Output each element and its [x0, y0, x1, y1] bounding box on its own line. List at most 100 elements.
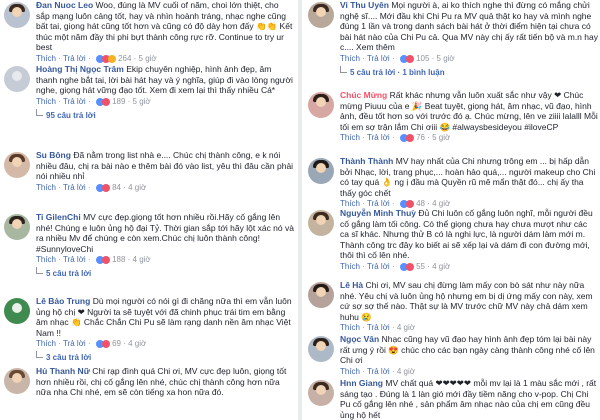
comment-item: Đan Nuoc Leo Woo, đúng là MV cuối of năm… — [0, 0, 296, 63]
avatar[interactable] — [4, 66, 30, 92]
like-link[interactable]: Thích — [340, 262, 360, 271]
avatar[interactable] — [4, 298, 30, 324]
commenter-name[interactable]: Ti GilenChi — [36, 212, 81, 222]
like-link[interactable]: Thích — [36, 255, 56, 264]
commenter-name[interactable]: Hnn Giang — [340, 378, 383, 388]
comment-meta: Thích · Trả lời · 84 · 4 giờ — [36, 182, 147, 192]
love-reaction-icon — [405, 262, 414, 271]
reaction-count[interactable]: 69 — [112, 339, 121, 348]
like-link[interactable]: Thích — [340, 54, 360, 63]
reaction-count[interactable]: 188 — [112, 255, 125, 264]
reply-link[interactable]: Trả lời — [367, 323, 390, 332]
like-link[interactable]: Thích — [36, 54, 56, 63]
comment-time[interactable]: 4 giờ — [128, 339, 146, 348]
reaction-count[interactable]: 76 — [416, 133, 425, 142]
comments-right-column: Vi Thu Uyên Mọi người à, ai ko thích ngh… — [304, 0, 600, 420]
comment-time[interactable]: 4 giờ — [397, 323, 415, 332]
reply-link[interactable]: Trả lời — [367, 367, 390, 376]
like-link[interactable]: Thích — [36, 183, 56, 192]
comment-time[interactable]: 5 giờ — [139, 54, 157, 63]
comment-item: Su Bông Đã nằm trong list nhà e.... Chúc… — [0, 150, 296, 206]
commenter-name[interactable]: Vi Thu Uyên — [340, 0, 389, 10]
avatar[interactable] — [308, 282, 334, 308]
haha-reaction-icon — [107, 54, 116, 63]
commenter-name[interactable]: Đan Nuoc Leo — [36, 0, 93, 10]
view-replies-link[interactable]: 5 câu trả lời · 1 bình luận — [340, 65, 598, 79]
comment-time[interactable]: 5 giờ — [437, 54, 455, 63]
view-replies-link[interactable]: 5 câu trả lời — [36, 267, 294, 280]
avatar[interactable] — [308, 158, 334, 184]
love-reaction-icon — [101, 340, 110, 349]
reply-arrow-icon — [36, 351, 43, 359]
comment-item: Hoàng Thị Ngọc Trâm Ekip chuyên nghiệp, … — [0, 64, 296, 140]
comment-item: Nguyễn Minh Thuỳ Đủ Chi luôn cố gắng luô… — [304, 208, 600, 276]
avatar[interactable] — [4, 152, 30, 178]
commenter-name[interactable]: Hoàng Thị Ngọc Trâm — [36, 64, 124, 74]
like-link[interactable]: Thích — [340, 133, 360, 142]
view-replies-link[interactable]: 95 câu trả lời — [36, 108, 294, 122]
commenter-name[interactable]: Nguyễn Minh Thuỳ — [340, 208, 416, 218]
column-divider — [298, 0, 302, 420]
like-link[interactable]: Thích — [340, 323, 360, 332]
avatar[interactable] — [308, 380, 334, 406]
comment-item: Hnn Giang MV chất quá ❤❤❤❤❤ mỗi mv lại l… — [304, 378, 600, 420]
avatar[interactable] — [308, 92, 334, 118]
avatar[interactable] — [4, 2, 30, 28]
avatar[interactable] — [308, 2, 334, 28]
reaction-count[interactable]: 264 — [118, 54, 131, 63]
comment-item: Thành Thành MV hay nhất của Chi nhưng tr… — [304, 156, 600, 208]
like-link[interactable]: Thích — [36, 339, 56, 348]
comments-left-column: Đan Nuoc Leo Woo, đúng là MV cuối of năm… — [0, 0, 296, 420]
reply-arrow-icon — [36, 267, 43, 275]
comment-time[interactable]: 4 giờ — [397, 367, 415, 376]
love-reaction-icon — [405, 134, 414, 143]
comment-time[interactable]: 4 giờ — [128, 183, 146, 192]
reaction-count[interactable]: 189 — [112, 97, 125, 106]
comment-meta: Thích · Trả lời · 188 · 4 giờ — [36, 255, 151, 265]
like-link[interactable]: Thích — [340, 367, 360, 376]
view-replies-link[interactable]: 3 câu trả lời — [36, 351, 294, 364]
reply-link[interactable]: Trả lời — [367, 133, 390, 142]
comment-time[interactable]: 5 giờ — [432, 133, 450, 142]
reply-link[interactable]: Trả lời — [63, 54, 86, 63]
reaction-count[interactable]: 105 — [416, 54, 429, 63]
commenter-name[interactable]: Hủ Thanh Nữ — [36, 366, 90, 376]
comment-item: Hủ Thanh Nữ Chi rạp đình quá Chi ơi, MV … — [0, 366, 296, 420]
reaction-count[interactable]: 55 — [416, 262, 425, 271]
commenter-name[interactable]: Thành Thành — [340, 156, 393, 166]
comment-columns: Đan Nuoc Leo Woo, đúng là MV cuối of năm… — [0, 0, 600, 420]
comment-time[interactable]: 5 giờ — [133, 97, 151, 106]
comment-time[interactable]: 4 giờ — [133, 255, 151, 264]
reply-link[interactable]: Trả lời — [367, 262, 390, 271]
like-link[interactable]: Thích — [36, 97, 56, 106]
avatar[interactable] — [4, 368, 30, 394]
commenter-name[interactable]: Ngọc Vân — [340, 334, 379, 344]
comment-meta: Thích · Trả lời · 4 giờ — [340, 323, 415, 333]
commenter-name[interactable]: Su Bông — [36, 150, 71, 160]
reply-arrow-icon — [340, 65, 347, 73]
comment-meta: Thích · Trả lời · 189 · 5 giờ — [36, 96, 151, 106]
comment-item: Vi Thu Uyên Mọi người à, ai ko thích ngh… — [304, 0, 600, 86]
commenter-name[interactable]: Chúc Mừng — [340, 90, 387, 100]
comment-meta: Thích · Trả lời · 55 · 4 giờ — [340, 261, 451, 271]
reaction-count[interactable]: 84 — [112, 183, 121, 192]
comment-meta: Thích · Trả lời · 76 · 5 giờ — [340, 133, 451, 143]
reply-link[interactable]: Trả lời — [63, 97, 86, 106]
comment-meta: Thích · Trả lời · 4 giờ — [340, 366, 415, 376]
comment-time[interactable]: 4 giờ — [432, 262, 450, 271]
reply-link[interactable]: Trả lời — [63, 255, 86, 264]
avatar[interactable] — [308, 210, 334, 236]
avatar[interactable] — [4, 214, 30, 240]
reply-link[interactable]: Trả lời — [63, 183, 86, 192]
avatar[interactable] — [308, 336, 334, 362]
reply-arrow-icon — [36, 108, 43, 116]
love-reaction-icon — [101, 97, 110, 106]
comment-meta: Thích · Trả lời · 264 · 5 giờ — [36, 53, 157, 63]
commenter-name[interactable]: Lê Hà — [340, 280, 363, 290]
commenter-name[interactable]: Lê Bảo Trung — [36, 296, 90, 306]
comment-meta: Thích · Trả lời · 105 · 5 giờ — [340, 53, 455, 63]
reply-link[interactable]: Trả lời — [367, 54, 390, 63]
comment-item: Chúc Mừng Rất khác nhưng vẫn luôn xuất s… — [304, 90, 600, 152]
love-reaction-icon — [405, 54, 414, 63]
reply-link[interactable]: Trả lời — [63, 339, 86, 348]
